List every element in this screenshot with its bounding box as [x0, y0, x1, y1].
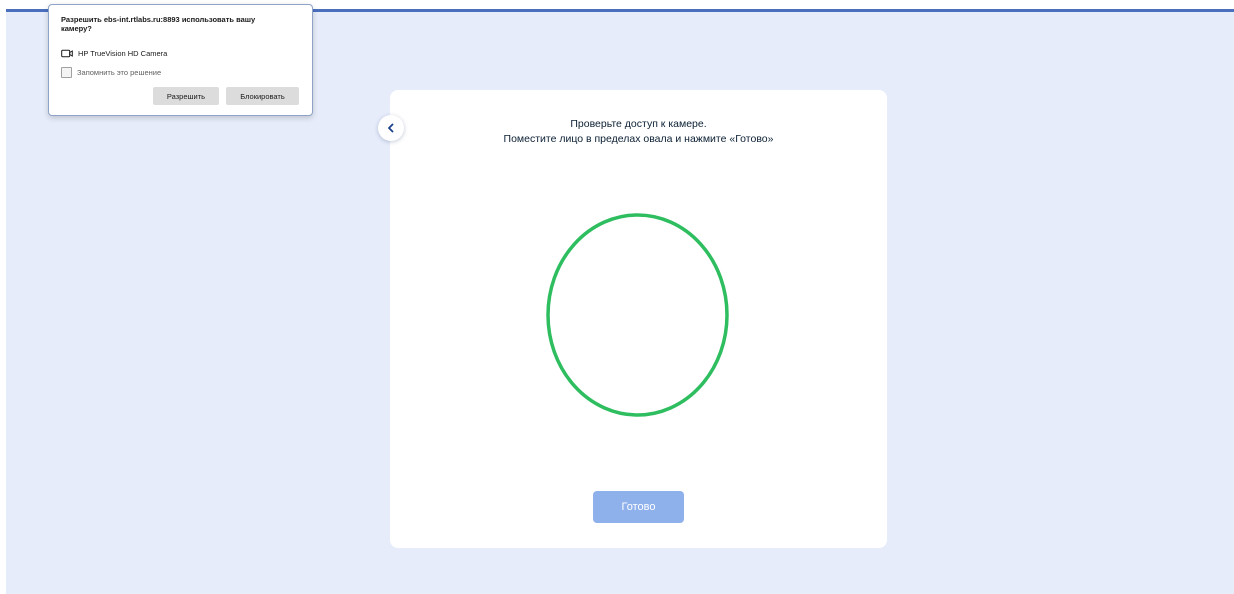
face-oval-guide — [546, 213, 729, 417]
camera-permission-popup: Разрешить ebs-int.rtlabs.ru:8893 использ… — [48, 4, 313, 116]
done-button[interactable]: Готово — [593, 491, 684, 523]
allow-button[interactable]: Разрешить — [153, 87, 219, 105]
instruction-line-1: Проверьте доступ к камере. — [570, 118, 707, 130]
remember-decision-row[interactable]: Запомнить это решение — [61, 67, 161, 78]
camera-device: HP TrueVision HD Camera — [61, 49, 167, 58]
camera-device-name: HP TrueVision HD Camera — [78, 49, 168, 58]
block-button[interactable]: Блокировать — [226, 87, 299, 105]
permission-title: Разрешить ebs-int.rtlabs.ru:8893 использ… — [61, 15, 256, 33]
instructions: Проверьте доступ к камере. Поместите лиц… — [390, 117, 887, 147]
camera-icon — [61, 49, 73, 58]
instruction-line-2: Поместите лицо в пределах овала и нажмит… — [503, 133, 774, 145]
remember-decision-checkbox[interactable] — [61, 67, 72, 78]
remember-decision-label: Запомнить это решение — [77, 68, 162, 77]
